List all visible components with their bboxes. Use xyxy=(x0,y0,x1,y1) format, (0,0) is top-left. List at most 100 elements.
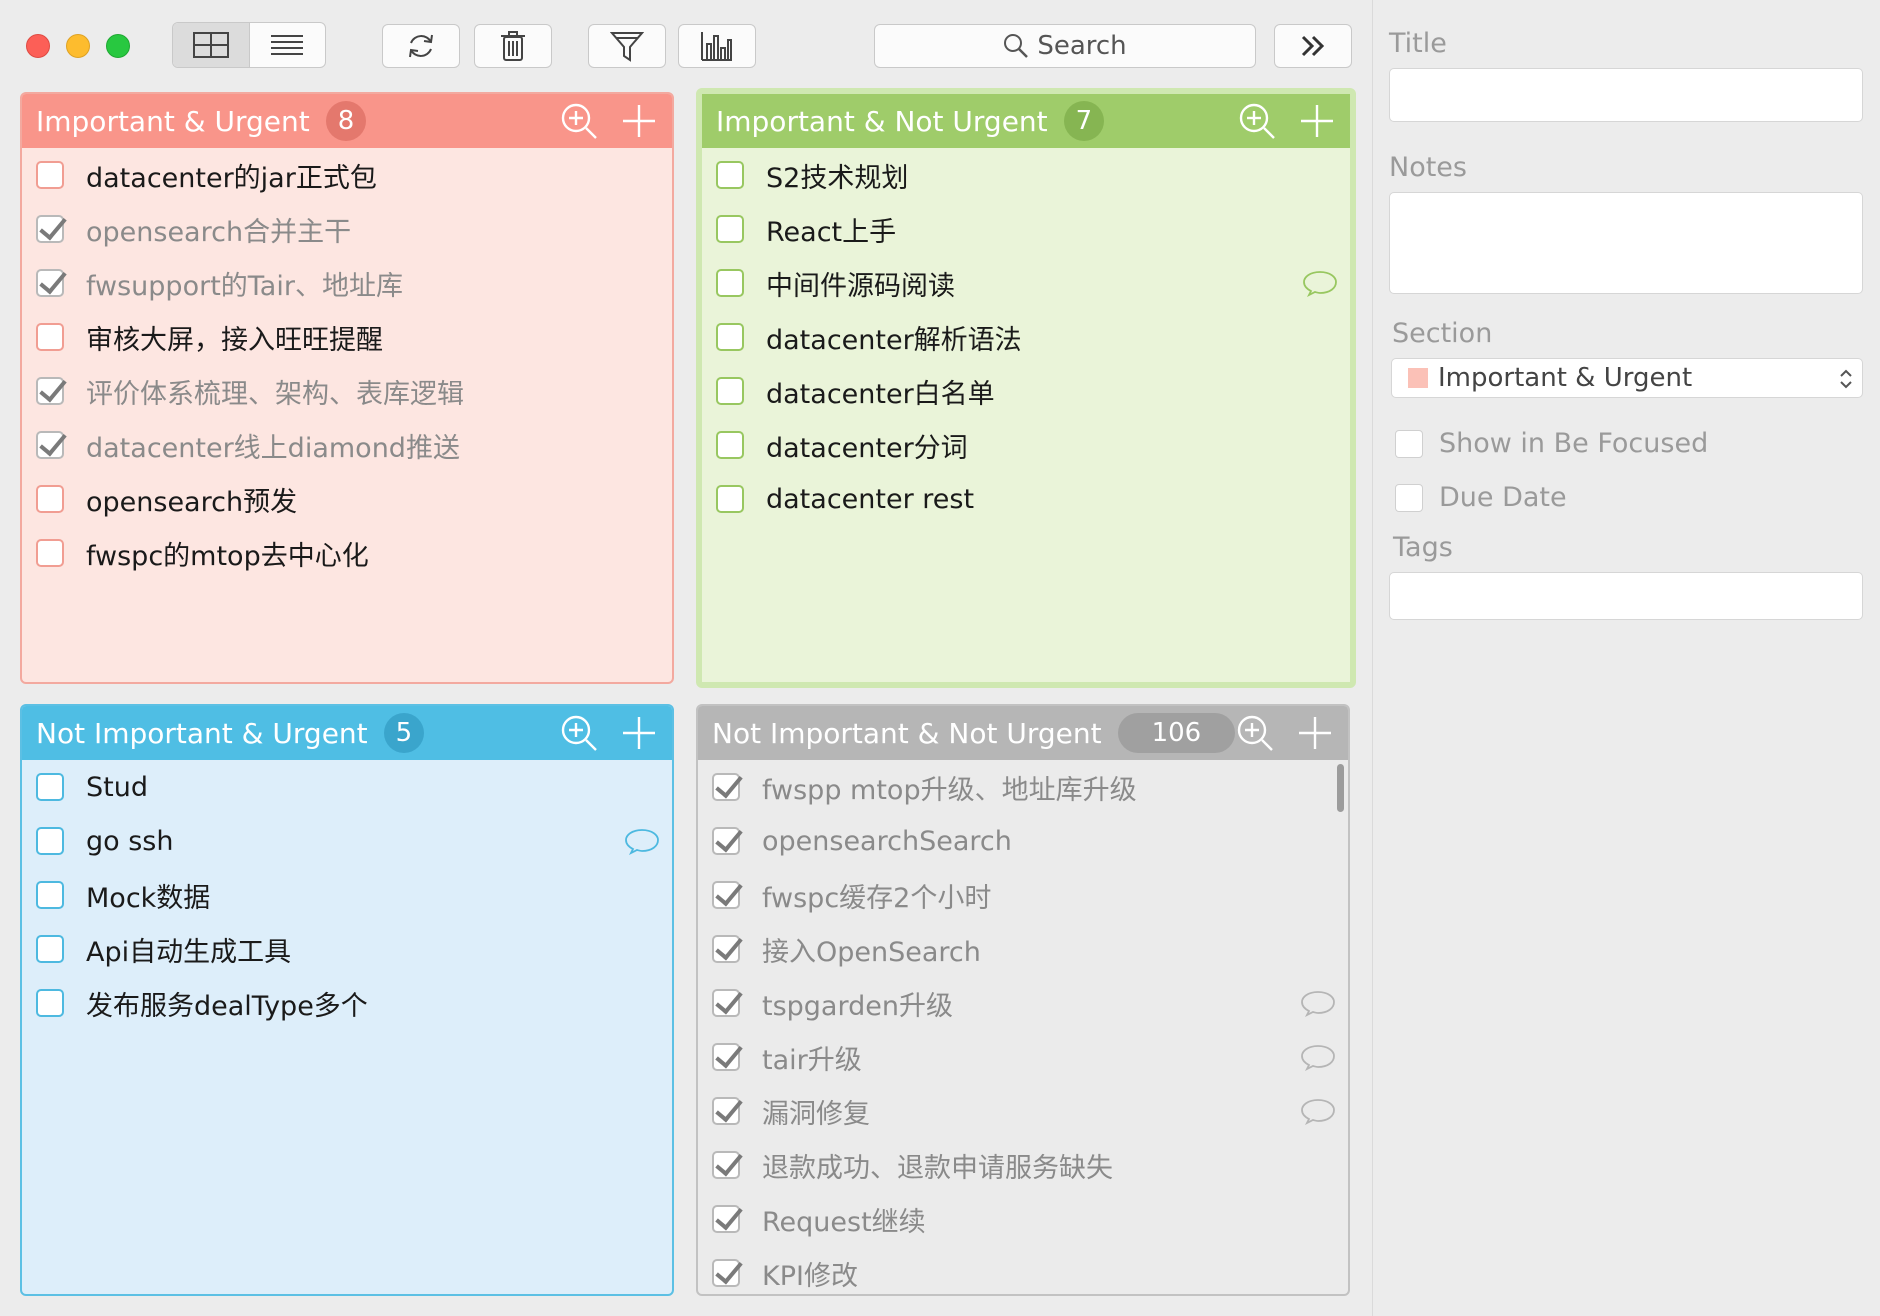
search-input[interactable]: Search xyxy=(874,24,1256,68)
list-view-button[interactable] xyxy=(250,23,326,67)
close-window-button[interactable] xyxy=(26,34,50,58)
task-checkbox[interactable] xyxy=(712,935,740,963)
task-row[interactable]: opensearch预发 xyxy=(22,472,672,526)
task-checkbox[interactable] xyxy=(716,323,744,351)
task-checkbox[interactable] xyxy=(712,1151,740,1179)
grid-view-icon xyxy=(192,32,229,58)
task-row[interactable]: fwsupport的Tair、地址库 xyxy=(22,256,672,310)
search-icon xyxy=(1004,34,1029,58)
task-row[interactable]: Mock数据 xyxy=(22,868,672,922)
task-row[interactable]: datacenter分词 xyxy=(702,418,1350,472)
task-row[interactable]: datacenter解析语法 xyxy=(702,310,1350,364)
task-checkbox[interactable] xyxy=(36,431,64,459)
zoom-in-icon[interactable] xyxy=(560,102,598,140)
task-checkbox[interactable] xyxy=(36,539,64,567)
task-row[interactable]: 漏洞修复 xyxy=(698,1084,1348,1138)
task-checkbox[interactable] xyxy=(712,773,740,801)
task-row[interactable]: datacenter线上diamond推送 xyxy=(22,418,672,472)
task-checkbox[interactable] xyxy=(36,377,64,405)
task-checkbox[interactable] xyxy=(36,215,64,243)
task-row[interactable]: KPI修改 xyxy=(698,1246,1348,1294)
note-bubble-icon[interactable] xyxy=(1300,989,1336,1017)
section-select[interactable]: Important & Urgent xyxy=(1391,358,1863,398)
statistics-button[interactable] xyxy=(678,24,756,68)
task-checkbox[interactable] xyxy=(712,1043,740,1071)
task-row[interactable]: React上手 xyxy=(702,202,1350,256)
quadrant-title: Important & Not Urgent xyxy=(716,104,1048,138)
task-checkbox[interactable] xyxy=(36,485,64,513)
quadrant-important-urgent: Important & Urgent 8 datacenter的jar正式包 op… xyxy=(20,92,674,684)
task-count-badge: 8 xyxy=(325,101,367,141)
task-row[interactable]: 中间件源码阅读 xyxy=(702,256,1350,310)
task-row[interactable]: opensearchSearch xyxy=(698,814,1348,868)
task-checkbox[interactable] xyxy=(712,827,740,855)
note-bubble-icon[interactable] xyxy=(1300,1043,1336,1071)
task-row[interactable]: fwspc缓存2个小时 xyxy=(698,868,1348,922)
task-row[interactable]: fwspc的mtop去中心化 xyxy=(22,526,672,580)
task-checkbox[interactable] xyxy=(36,827,64,855)
task-checkbox[interactable] xyxy=(36,881,64,909)
task-checkbox[interactable] xyxy=(36,989,64,1017)
delete-button[interactable] xyxy=(474,24,552,68)
task-checkbox[interactable] xyxy=(36,269,64,297)
task-checkbox[interactable] xyxy=(716,269,744,297)
note-bubble-icon[interactable] xyxy=(624,827,660,855)
zoom-in-icon[interactable] xyxy=(1236,714,1274,752)
grid-view-button[interactable] xyxy=(173,23,250,67)
due-date-checkbox[interactable]: Due Date xyxy=(1395,482,1567,513)
filter-button[interactable] xyxy=(588,24,666,68)
refresh-button[interactable] xyxy=(382,24,460,68)
task-row[interactable]: 审核大屏，接入旺旺提醒 xyxy=(22,310,672,364)
task-row[interactable]: tair升级 xyxy=(698,1030,1348,1084)
task-row[interactable]: tspgarden升级 xyxy=(698,976,1348,1030)
task-checkbox[interactable] xyxy=(36,935,64,963)
scrollbar-thumb[interactable] xyxy=(1337,764,1344,812)
task-checkbox[interactable] xyxy=(716,161,744,189)
zoom-in-icon[interactable] xyxy=(560,714,598,752)
task-row[interactable]: opensearch合并主干 xyxy=(22,202,672,256)
toggle-sidebar-button[interactable] xyxy=(1274,24,1352,68)
add-task-icon[interactable] xyxy=(620,102,658,140)
show-in-be-focused-checkbox[interactable]: Show in Be Focused xyxy=(1395,428,1708,459)
task-checkbox[interactable] xyxy=(36,323,64,351)
task-row[interactable]: 退款成功、退款申请服务缺失 xyxy=(698,1138,1348,1192)
task-row[interactable]: datacenter白名单 xyxy=(702,364,1350,418)
task-row[interactable]: 发布服务dealType多个 xyxy=(22,976,672,1030)
task-checkbox[interactable] xyxy=(716,431,744,459)
title-field[interactable] xyxy=(1389,68,1863,122)
notes-field[interactable] xyxy=(1389,192,1863,294)
add-task-icon[interactable] xyxy=(1296,714,1334,752)
note-bubble-icon[interactable] xyxy=(1300,1097,1336,1125)
section-label: Section xyxy=(1392,318,1493,349)
tags-field[interactable] xyxy=(1389,572,1863,620)
task-row[interactable]: Api自动生成工具 xyxy=(22,922,672,976)
task-label: Request继续 xyxy=(762,1206,926,1238)
task-checkbox[interactable] xyxy=(716,377,744,405)
minimize-window-button[interactable] xyxy=(66,34,90,58)
note-bubble-icon[interactable] xyxy=(1302,269,1338,297)
add-task-icon[interactable] xyxy=(1298,102,1336,140)
task-row[interactable]: datacenter rest xyxy=(702,472,1350,526)
task-row[interactable]: fwspp mtop升级、地址库升级 xyxy=(698,760,1348,814)
task-checkbox[interactable] xyxy=(712,1205,740,1233)
add-task-icon[interactable] xyxy=(620,714,658,752)
task-row[interactable]: Stud xyxy=(22,760,672,814)
zoom-in-icon[interactable] xyxy=(1238,102,1276,140)
task-checkbox[interactable] xyxy=(712,989,740,1017)
task-checkbox[interactable] xyxy=(36,773,64,801)
task-row[interactable]: 评价体系梳理、架构、表库逻辑 xyxy=(22,364,672,418)
task-row[interactable]: 接入OpenSearch xyxy=(698,922,1348,976)
list-view-icon xyxy=(271,35,304,55)
task-label: Mock数据 xyxy=(86,882,211,914)
task-checkbox[interactable] xyxy=(712,1097,740,1125)
task-row[interactable]: go ssh xyxy=(22,814,672,868)
task-checkbox[interactable] xyxy=(36,161,64,189)
zoom-window-button[interactable] xyxy=(106,34,130,58)
task-checkbox[interactable] xyxy=(712,881,740,909)
task-checkbox[interactable] xyxy=(716,485,744,513)
task-row[interactable]: S2技术规划 xyxy=(702,148,1350,202)
task-row[interactable]: Request继续 xyxy=(698,1192,1348,1246)
task-row[interactable]: datacenter的jar正式包 xyxy=(22,148,672,202)
task-checkbox[interactable] xyxy=(716,215,744,243)
task-checkbox[interactable] xyxy=(712,1259,740,1287)
